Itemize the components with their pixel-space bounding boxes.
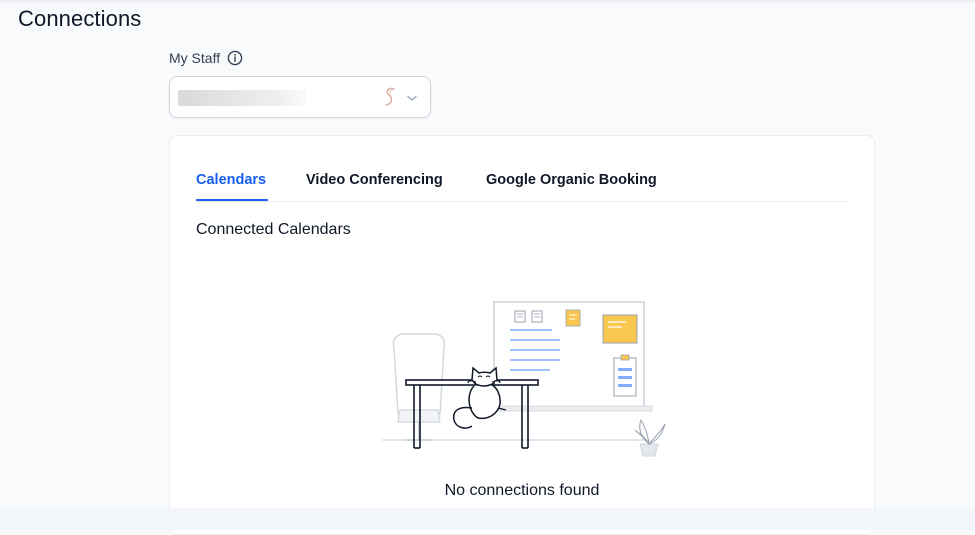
tab-google-organic-booking[interactable]: Google Organic Booking — [486, 172, 657, 188]
page-title: Connections — [18, 6, 142, 31]
tab-video-conferencing[interactable]: Video Conferencing — [306, 172, 443, 188]
info-icon[interactable] — [227, 50, 243, 66]
staff-selected-value — [178, 90, 306, 106]
top-border — [0, 0, 975, 3]
active-tab-indicator — [196, 199, 268, 201]
chevron-down-icon — [407, 95, 417, 101]
bottom-bar — [0, 508, 975, 530]
empty-state-message: No connections found — [444, 482, 600, 499]
staff-select[interactable] — [169, 76, 431, 118]
tab-calendars[interactable]: Calendars — [196, 172, 266, 188]
connections-card: Calendars Video Conferencing Google Orga… — [169, 135, 875, 535]
avatar — [385, 87, 395, 106]
section-title: Connected Calendars — [196, 221, 351, 238]
tab-bar: Calendars Video Conferencing Google Orga… — [196, 166, 848, 202]
empty-state-illustration — [382, 301, 666, 457]
staff-label-row: My Staff — [169, 50, 243, 66]
staff-label: My Staff — [169, 50, 221, 66]
